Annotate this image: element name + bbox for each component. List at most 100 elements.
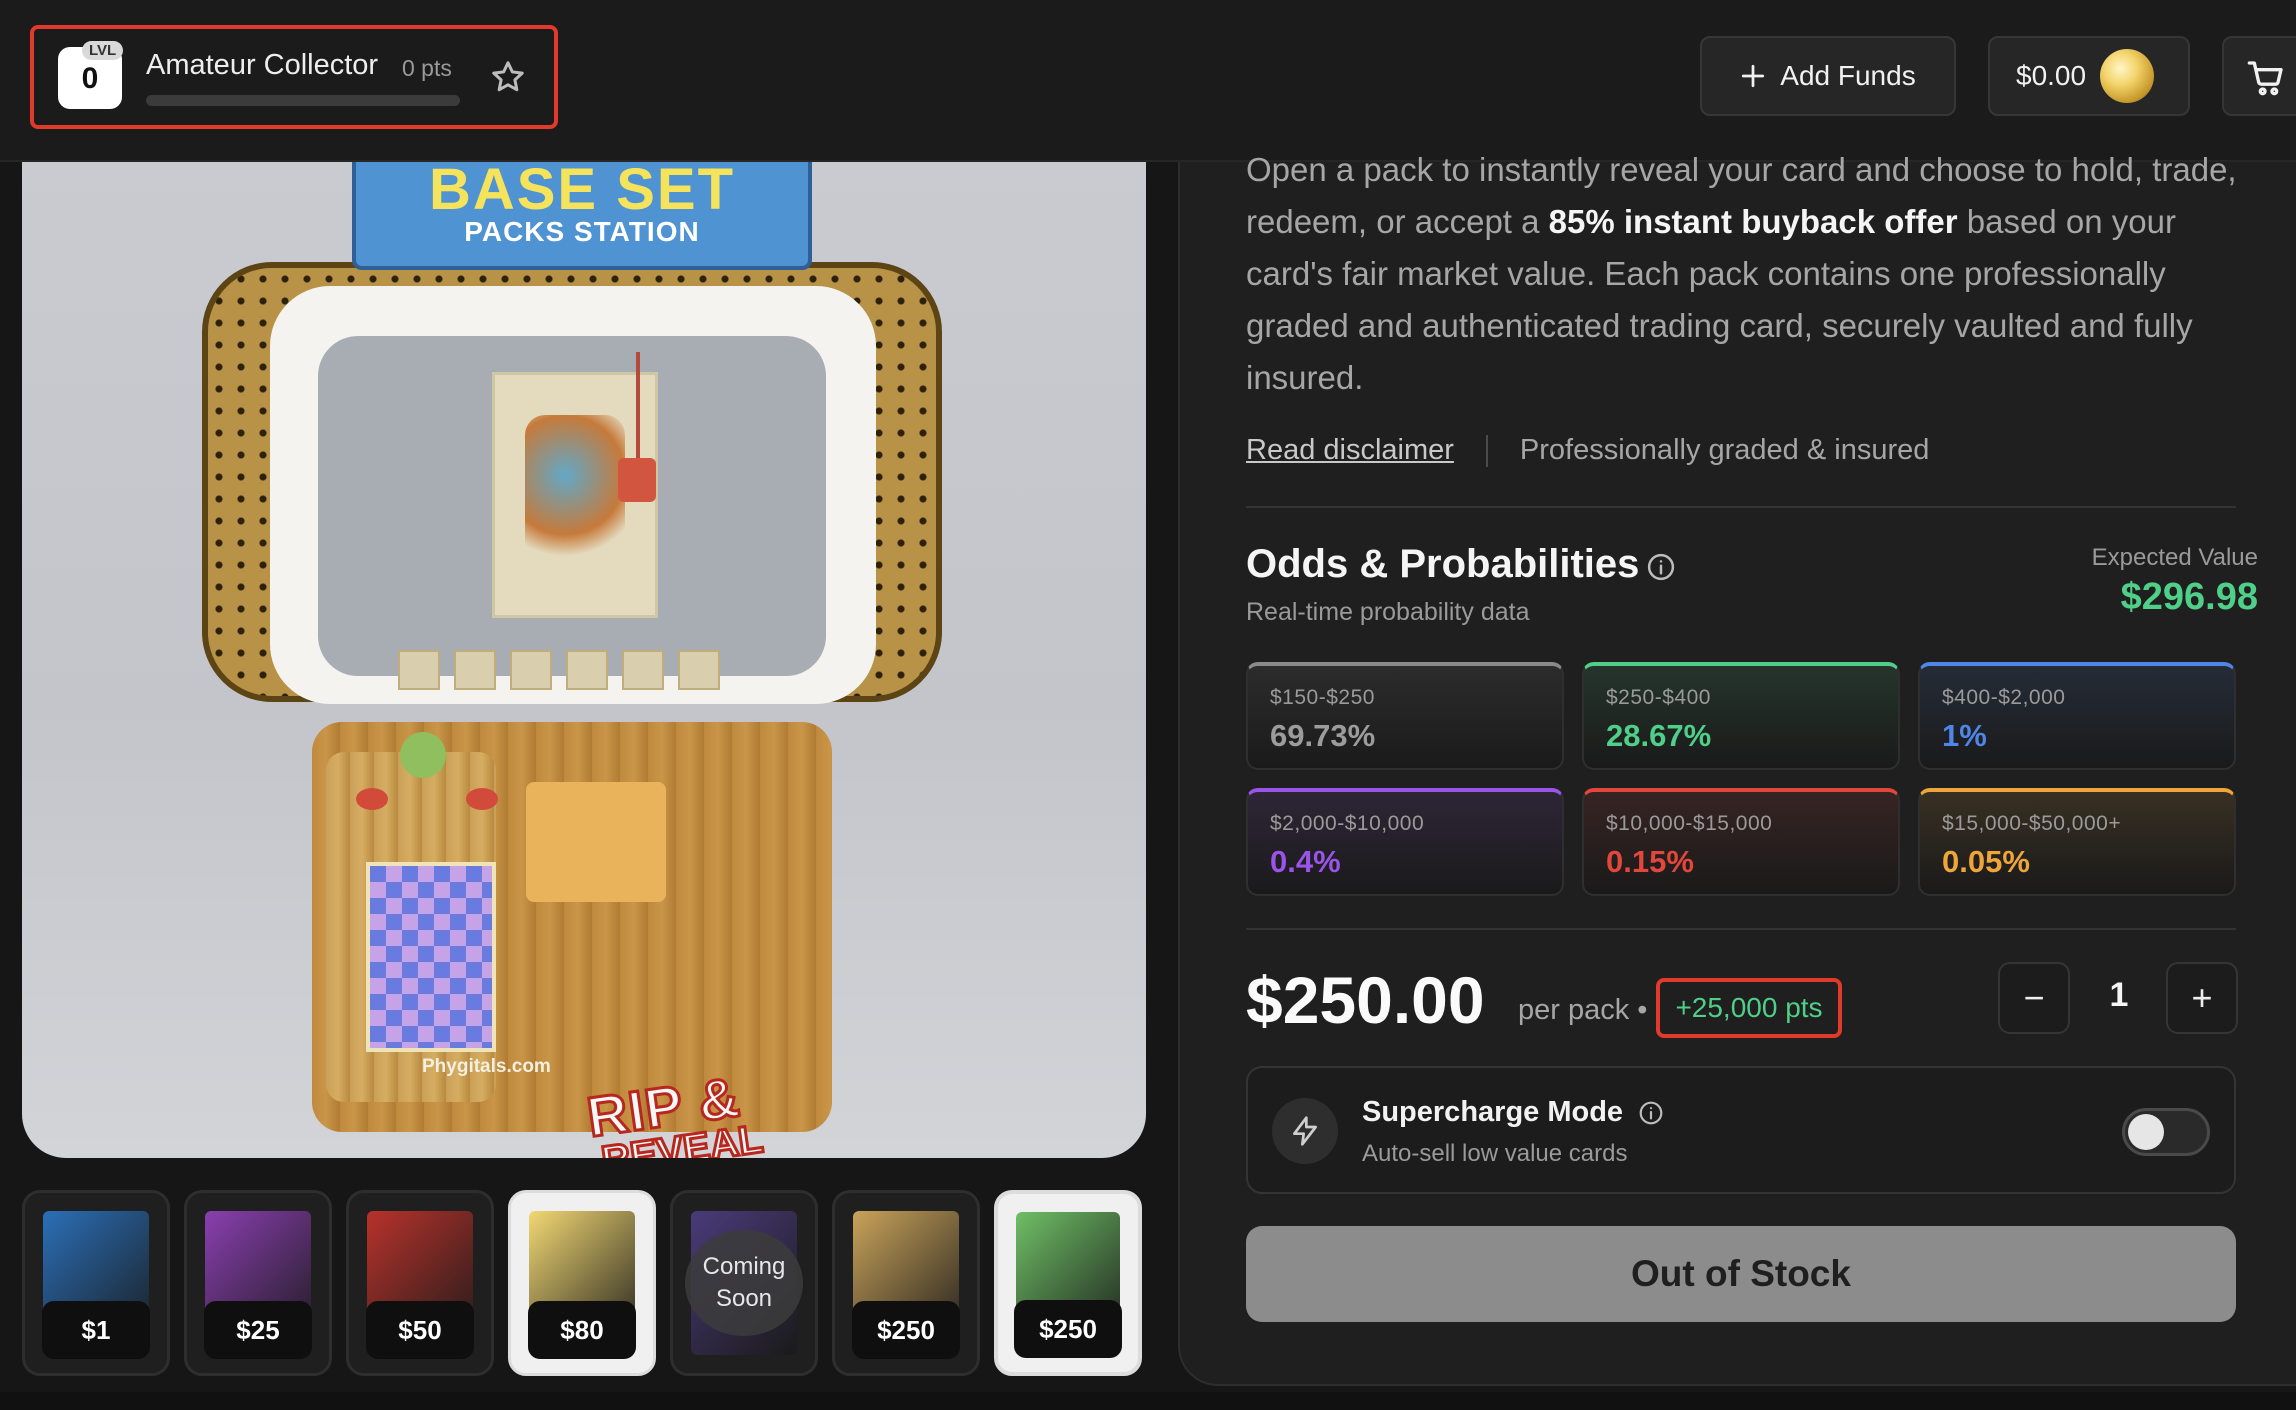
tier-probability: 0.15% xyxy=(1606,844,1694,879)
product-details-panel: Open a pack to instantly reveal your car… xyxy=(1178,151,2296,1386)
claw-cable xyxy=(636,352,640,462)
sign-subtitle: PACKS STATION xyxy=(464,216,700,247)
pack-price-label: $50 xyxy=(366,1301,474,1359)
product-image: BASE SET PACKS STATION RIP & REVEAL Phyg… xyxy=(22,162,1146,1158)
cart-icon xyxy=(2247,61,2283,96)
machine-slot xyxy=(526,782,666,902)
supercharge-title: Supercharge Mode xyxy=(1362,1096,1624,1128)
machine-button-right xyxy=(466,788,498,810)
machine-button-left xyxy=(356,788,388,810)
toggle-knob xyxy=(2128,1114,2164,1150)
coin-icon xyxy=(2100,49,2155,103)
supercharge-toggle[interactable] xyxy=(2122,1108,2210,1156)
tier-range: $2,000-$10,000 xyxy=(1270,812,1425,835)
pack-thumbnail[interactable]: $25 xyxy=(184,1190,332,1376)
pack-price-label: $250 xyxy=(852,1301,960,1359)
odds-tier-card: $400-$2,000 1% xyxy=(1918,662,2236,770)
increase-quantity-button[interactable]: + xyxy=(2166,962,2238,1034)
balance-button[interactable]: $0.00 xyxy=(1988,36,2190,116)
sign-title: BASE SET xyxy=(428,162,736,222)
info-links: Read disclaimer Professionally graded & … xyxy=(1246,434,1929,467)
odds-tier-card: $15,000-$50,000+ 0.05% xyxy=(1918,788,2236,896)
odds-tier-card: $10,000-$15,000 0.15% xyxy=(1582,788,1900,896)
out-of-stock-button[interactable]: Out of Stock xyxy=(1246,1226,2236,1322)
reward-points-label: +25,000 pts xyxy=(1675,992,1823,1023)
divider xyxy=(1246,506,2236,508)
bolt-icon-wrap xyxy=(1272,1098,1338,1164)
odds-title: Odds & Probabilities xyxy=(1246,542,1640,586)
pack-thumbnail[interactable]: Coming Soon xyxy=(670,1190,818,1376)
plus-icon xyxy=(1742,64,1765,88)
cart-button[interactable] xyxy=(2222,36,2296,116)
tier-range: $400-$2,000 xyxy=(1942,686,2066,709)
odds-subtitle: Real-time probability data xyxy=(1246,598,1530,626)
claw xyxy=(618,458,656,502)
odds-tier-card: $250-$400 28.67% xyxy=(1582,662,1900,770)
expected-value: $296.98 xyxy=(2120,576,2258,618)
decrease-quantity-button[interactable]: − xyxy=(1998,962,2070,1034)
pack-price-label: $250 xyxy=(1014,1300,1122,1358)
rip-reveal-sign: RIP & REVEAL xyxy=(582,1060,781,1158)
bottom-edge xyxy=(0,1392,2296,1410)
plus-icon: + xyxy=(2191,977,2213,1018)
tier-range: $10,000-$15,000 xyxy=(1606,812,1773,835)
level-tag: LVL xyxy=(82,41,124,60)
pack-thumbnails: $1 $25 $50 $80 Coming Soon $250 $250 xyxy=(22,1190,1152,1380)
tier-probability: 1% xyxy=(1942,718,1987,753)
minus-icon: − xyxy=(2023,977,2045,1018)
odds-tier-card: $2,000-$10,000 0.4% xyxy=(1246,788,1564,896)
pack-price-label: $25 xyxy=(204,1301,312,1359)
brand-label: Phygitals.com xyxy=(422,1056,551,1077)
pack-price-label: $80 xyxy=(528,1301,636,1359)
tier-range: $15,000-$50,000+ xyxy=(1942,812,2122,835)
tier-probability: 69.73% xyxy=(1270,718,1376,753)
top-bar: LVL 0 Amateur Collector 0 pts Add Funds … xyxy=(0,0,2296,162)
prize-cards xyxy=(398,650,720,690)
tier-probability: 0.4% xyxy=(1270,844,1341,879)
expected-value-label: Expected Value xyxy=(2091,544,2258,571)
machine-body: RIP & REVEAL xyxy=(312,722,832,1158)
level-progress-bar xyxy=(146,95,460,106)
machine-sign: BASE SET PACKS STATION xyxy=(352,162,812,270)
pack-thumbnail[interactable]: $80 xyxy=(508,1190,656,1376)
level-number: 0 xyxy=(81,62,99,95)
add-funds-button[interactable]: Add Funds xyxy=(1700,36,1956,116)
out-of-stock-label: Out of Stock xyxy=(1631,1253,1851,1294)
info-icon[interactable] xyxy=(1646,552,1676,582)
control-panel xyxy=(326,732,498,1102)
reward-points: +25,000 pts xyxy=(1656,978,1842,1038)
add-funds-label: Add Funds xyxy=(1780,60,1916,91)
supercharge-subtitle: Auto-sell low value cards xyxy=(1362,1140,1628,1167)
star-icon[interactable] xyxy=(490,59,526,95)
tier-probability: 28.67% xyxy=(1606,718,1712,753)
graded-insured-label: Professionally graded & insured xyxy=(1519,434,1930,466)
read-disclaimer-link[interactable]: Read disclaimer xyxy=(1246,434,1454,467)
pack-thumbnail[interactable]: $250 xyxy=(832,1190,980,1376)
product-description: Open a pack to instantly reveal your car… xyxy=(1246,144,2256,404)
tier-probability: 0.05% xyxy=(1942,844,2030,879)
supercharge-mode: Supercharge Mode Auto-sell low value car… xyxy=(1246,1066,2236,1194)
machine-poster xyxy=(366,862,496,1052)
level-points: 0 pts xyxy=(402,55,452,81)
tier-range: $150-$250 xyxy=(1270,686,1375,709)
level-widget[interactable]: LVL 0 Amateur Collector 0 pts xyxy=(30,25,558,129)
divider xyxy=(1246,928,2236,930)
tier-range: $250-$400 xyxy=(1606,686,1711,709)
pack-price: $250.00 xyxy=(1246,963,1485,1037)
pack-thumbnail[interactable]: $250 xyxy=(994,1190,1142,1376)
coming-soon-label: Coming Soon xyxy=(685,1230,803,1336)
pack-price-label: $1 xyxy=(42,1301,150,1359)
bolt-icon xyxy=(1293,1116,1317,1146)
level-badge: LVL 0 xyxy=(58,41,124,109)
joystick xyxy=(400,732,446,778)
level-title: Amateur Collector xyxy=(146,49,379,81)
pack-thumbnail[interactable]: $50 xyxy=(346,1190,494,1376)
balance-amount: $0.00 xyxy=(2016,60,2087,91)
divider xyxy=(1485,434,1488,467)
quantity-value: 1 xyxy=(2109,976,2129,1014)
buyback-offer-text: 85% instant buyback offer xyxy=(1548,203,1958,240)
pack-thumbnail[interactable]: $1 xyxy=(22,1190,170,1376)
per-pack-label: per pack • xyxy=(1518,994,1648,1026)
odds-tier-card: $150-$250 69.73% xyxy=(1246,662,1564,770)
info-icon[interactable] xyxy=(1638,1100,1664,1126)
